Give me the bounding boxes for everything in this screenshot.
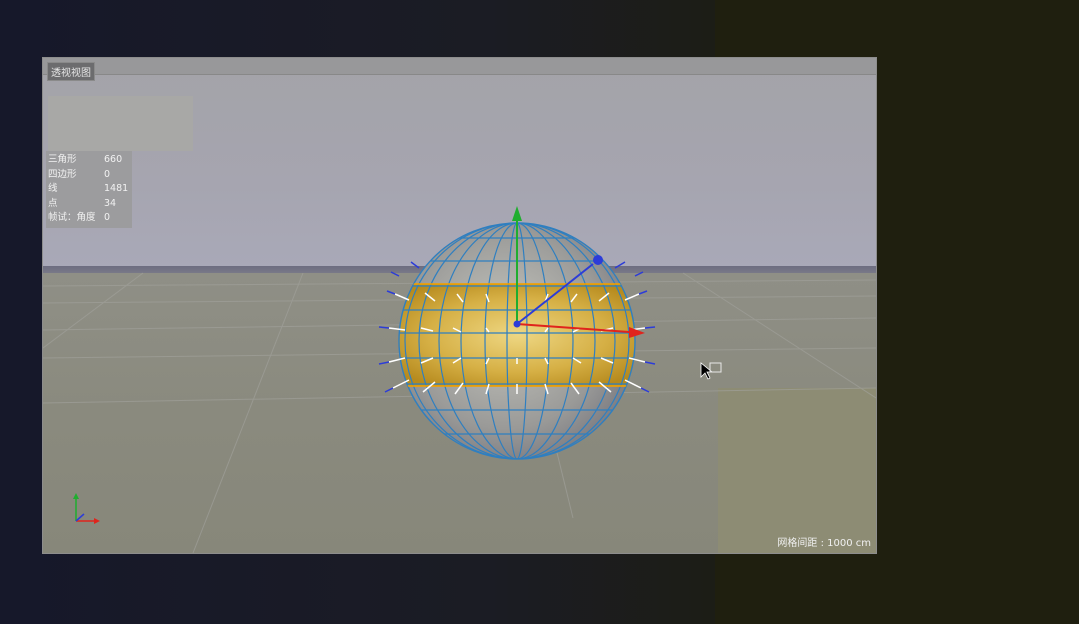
perspective-viewport[interactable]: 透视视图 三角形 660 四边形 0 线 1481 点 34 帧试：角度 0 网… [42, 57, 877, 554]
scene-canvas[interactable] [43, 58, 876, 553]
mouse-cursor-icon [700, 362, 722, 380]
grid-spacing-label: 网格间距 : 1000 cm [777, 538, 871, 549]
axis-gizmo-icon [73, 493, 100, 524]
